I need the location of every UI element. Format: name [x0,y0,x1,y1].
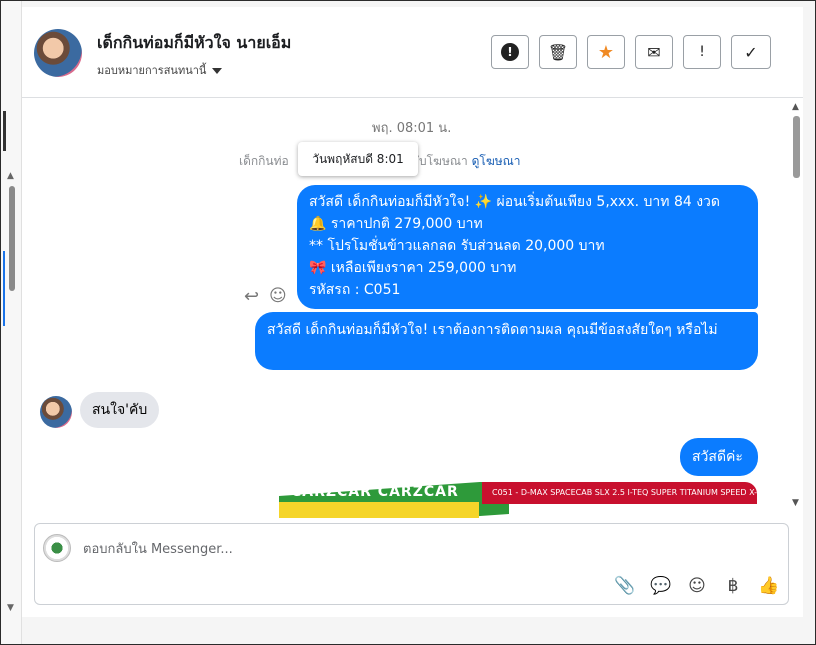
window-frame: ▲ ▼ เด็กกินท่อมก็มีหัวใจ นายเอ็ม มอบหมาย… [0,0,816,645]
ad-reply-notice-start: เด็กกินท่อ [239,154,289,168]
left-pane-marker [3,111,6,151]
view-ad-link[interactable]: ดูโฆษณา [472,154,521,168]
scroll-down-arrow[interactable]: ▼ [792,498,799,508]
emoji-icon[interactable]: ☺ [685,574,709,598]
ad-brand-text: CARZCAR CARZCAR [291,484,459,500]
message-line: สวัสดี เด็กกินท่อมก็มีหัวใจ! ✨ ผ่อนเริ่ม… [309,194,721,210]
outgoing-message-bubble[interactable]: สวัสดีค่ะ [680,438,758,476]
exclamation-icon: ! [699,44,705,60]
outgoing-message-bubble[interactable]: สวัสดี เด็กกินท่อมก็มีหัวใจ! ✨ ผ่อนเริ่ม… [297,185,758,309]
assign-label: มอบหมายการสนทนานี้ [97,64,207,77]
thread-scrollbar[interactable]: ▲ ▼ [789,98,803,518]
contact-name[interactable]: เด็กกินท่อมก็มีหัวใจ นายเอ็ม [97,31,291,56]
left-scroll-down-arrow[interactable]: ▼ [7,603,14,613]
left-pane-selection-marker [3,251,5,326]
reply-icon[interactable]: ↩ [244,286,259,307]
saved-reply-icon[interactable]: 💬 [649,574,673,598]
left-scroll-up-arrow[interactable]: ▲ [7,171,14,181]
mark-done-button[interactable]: ✓ [731,35,771,69]
star-icon: ★ [597,41,615,63]
checkmark-icon: ✓ [744,42,758,62]
timestamp-tooltip: วันพฤหัสบดี 8:01 [298,142,418,176]
contact-avatar[interactable] [34,29,82,77]
scroll-up-arrow[interactable]: ▲ [792,102,799,112]
ad-image-preview[interactable]: CARZCAR CARZCAR C051 - D-MAX SPACECAB SL… [279,482,757,518]
react-smiley-icon[interactable]: ☺ [269,286,287,306]
envelope-icon: ✉ [647,42,661,62]
left-pane: ▲ ▼ [1,1,22,644]
reply-composer: 📎 💬 ☺ ฿ 👍 [34,523,789,605]
trash-icon: 🗑 [547,42,569,62]
paperclip-icon[interactable]: 📎 [613,574,637,598]
page-avatar [43,534,71,562]
scrollbar-thumb[interactable] [793,116,800,178]
conversation-panel: เด็กกินท่อมก็มีหัวใจ นายเอ็ม มอบหมายการส… [22,7,803,617]
thumbs-up-icon[interactable]: 👍 [757,574,781,598]
assign-conversation-dropdown[interactable]: มอบหมายการสนทนานี้ [97,61,223,79]
alert-circle-icon: ! [501,43,519,61]
conversation-header: เด็กกินท่อมก็มีหัวใจ นายเอ็ม มอบหมายการส… [22,7,803,98]
message-timestamp: พฤ. 08:01 น. [372,121,452,136]
mark-important-button[interactable]: ! [683,35,721,69]
mark-spam-button[interactable]: ! [491,35,529,69]
outgoing-message-bubble[interactable]: สวัสดี เด็กกินท่อมก็มีหัวใจ! เราต้องการต… [255,312,758,370]
mark-unread-button[interactable]: ✉ [635,35,673,69]
message-line: ** โปรโมชั่นข้าวแลกลด รับส่วนลด 20,000 บ… [309,238,605,254]
incoming-message-bubble[interactable]: สนใจ'คับ [80,392,160,428]
sender-avatar [40,396,72,428]
ad-image-stripe [279,502,479,518]
star-button[interactable]: ★ [587,35,625,69]
left-scrollbar-thumb[interactable] [9,186,15,291]
message-line: 🎀 เหลือเพียงราคา 259,000 บาท [309,260,517,276]
delete-button[interactable]: 🗑 [539,35,577,69]
baht-payment-icon[interactable]: ฿ [721,574,745,598]
chevron-down-icon [212,68,223,74]
reply-input[interactable] [83,540,583,559]
message-line: รหัสรถ : C051 [309,282,401,298]
message-thread: พฤ. 08:01 น. เด็กกินท่อ บกลับโฆษณา ดูโฆษณ… [22,98,788,518]
ad-caption: C051 - D-MAX SPACECAB SLX 2.5 I-TEQ SUPE… [482,482,757,504]
message-line: 🔔 ราคาปกติ 279,000 บาท [309,216,483,232]
